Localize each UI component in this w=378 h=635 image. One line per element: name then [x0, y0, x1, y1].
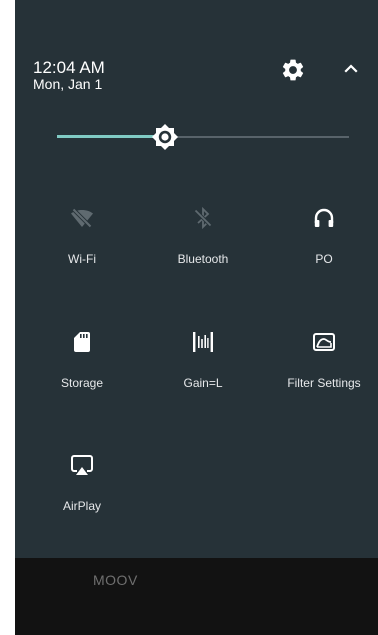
- clock-time: 12:04 AM: [33, 58, 105, 77]
- tile-label: Storage: [60, 376, 104, 390]
- clock-date: Mon, Jan 1: [33, 76, 103, 92]
- tile-label: Bluetooth: [177, 252, 229, 266]
- brightness-icon: [152, 124, 179, 150]
- bluetooth-disabled-icon: [193, 206, 213, 230]
- brightness-fill: [57, 135, 166, 138]
- tile-bluetooth[interactable]: Bluetooth: [143, 206, 263, 286]
- tile-filter-settings[interactable]: Filter Settings: [264, 330, 378, 410]
- tile-po[interactable]: PO: [264, 206, 378, 286]
- tile-label: Filter Settings: [287, 376, 361, 390]
- tile-label: Wi-Fi: [68, 252, 96, 266]
- tile-label: PO: [315, 252, 333, 266]
- notification-shade: 12:04 AM Mon, Jan 1 Wi-Fi Bluetooth PO S…: [15, 0, 378, 558]
- brightness-thumb[interactable]: [151, 123, 179, 151]
- wifi-off-icon: [71, 207, 93, 229]
- app-label: MOOV: [93, 572, 138, 588]
- tile-label: AirPlay: [62, 499, 101, 513]
- collapse-button[interactable]: [341, 58, 361, 78]
- quick-settings-screen: 12:04 AM Mon, Jan 1 Wi-Fi Bluetooth PO S…: [15, 0, 378, 635]
- gear-icon: [282, 59, 304, 81]
- background-app-bar: MOOV: [15, 558, 378, 635]
- tile-label: Gain=L: [183, 376, 223, 390]
- tile-airplay[interactable]: AirPlay: [22, 453, 142, 533]
- brightness-slider[interactable]: [57, 123, 349, 151]
- filter-settings-icon: [313, 333, 335, 351]
- tile-storage[interactable]: Storage: [22, 330, 142, 410]
- chevron-up-icon: [344, 64, 358, 73]
- gain-icon: [193, 332, 213, 352]
- tile-gain[interactable]: Gain=L: [143, 330, 263, 410]
- sd-card-icon: [74, 332, 90, 352]
- airplay-icon: [71, 455, 93, 475]
- tile-wifi[interactable]: Wi-Fi: [22, 206, 142, 286]
- headphones-icon: [314, 208, 334, 227]
- settings-button[interactable]: [280, 57, 306, 83]
